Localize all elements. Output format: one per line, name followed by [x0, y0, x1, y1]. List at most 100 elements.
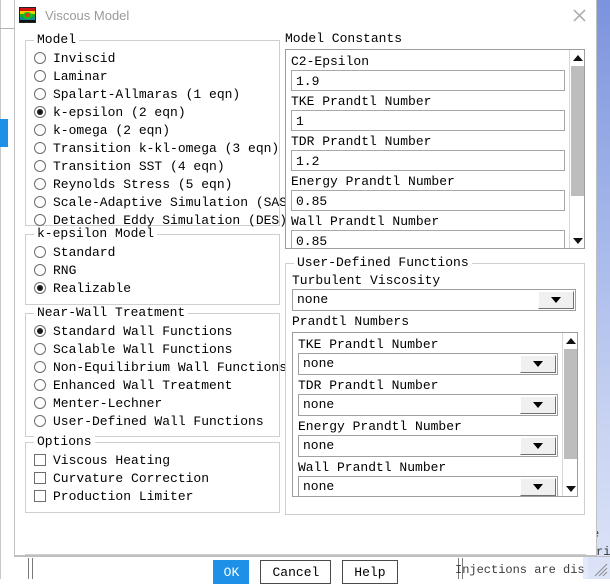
radio-label: Transition k-kl-omega (3 eqn)	[53, 141, 279, 156]
chevron-down-icon[interactable]	[520, 355, 556, 373]
radio-row-menter-lechner[interactable]: Menter-Lechner	[26, 394, 279, 412]
radio-row-transition-sst[interactable]: Transition SST (4 eqn)	[26, 157, 279, 175]
contour-plot-icon	[19, 7, 36, 23]
radio-transition-k-kl-omega[interactable]	[34, 142, 46, 154]
user-defined-functions-group: User-Defined Functions Turbulent Viscosi…	[285, 263, 585, 515]
scroll-up-arrow-icon[interactable]	[563, 333, 578, 348]
dropdown-udf-energy-prandtl-number[interactable]: none	[298, 435, 558, 457]
radio-spalart-allmaras[interactable]	[34, 88, 46, 100]
options-checkbox-list: Viscous Heating Curvature Correction Pro…	[26, 443, 279, 505]
radio-row-standard[interactable]: Standard	[26, 243, 279, 261]
radio-user-defined-wall-functions[interactable]	[34, 415, 46, 427]
scroll-down-arrow-icon[interactable]	[570, 233, 585, 248]
radio-k-omega[interactable]	[34, 124, 46, 136]
model-constants-scrollbar[interactable]	[569, 50, 584, 248]
radio-row-enhanced-wall-treatment[interactable]: Enhanced Wall Treatment	[26, 376, 279, 394]
field-label-energy-prandtl-number: Energy Prandtl Number	[291, 173, 565, 190]
dropdown-value: none	[303, 438, 334, 453]
checkbox-label: Production Limiter	[53, 489, 193, 504]
radio-row-reynolds-stress[interactable]: Reynolds Stress (5 eqn)	[26, 175, 279, 193]
near-wall-treatment-group-legend: Near-Wall Treatment	[34, 306, 188, 320]
field-label-udf-energy-prandtl-number: Energy Prandtl Number	[298, 418, 558, 435]
close-icon[interactable]	[568, 5, 590, 25]
dropdown-udf-tdr-prandtl-number[interactable]: none	[298, 394, 558, 416]
radio-row-user-defined-wall-functions[interactable]: User-Defined Wall Functions	[26, 412, 279, 430]
background-left-tab-marker[interactable]	[0, 119, 8, 147]
chevron-down-icon[interactable]	[538, 291, 574, 309]
field-label-udf-tdr-prandtl-number: TDR Prandtl Number	[298, 377, 558, 394]
dialog-content: Model Inviscid Laminar Spalart-Allmaras …	[15, 30, 596, 523]
checkbox-curvature-correction[interactable]	[34, 472, 46, 484]
radio-row-standard-wall-functions[interactable]: Standard Wall Functions	[26, 322, 279, 340]
options-group-legend: Options	[34, 435, 95, 449]
dropdown-value: none	[303, 397, 334, 412]
radio-row-realizable[interactable]: Realizable	[26, 279, 279, 297]
dropdown-udf-tke-prandtl-number[interactable]: none	[298, 353, 558, 375]
radio-detached-eddy-simulation[interactable]	[34, 214, 46, 226]
checkbox-viscous-heating[interactable]	[34, 454, 46, 466]
radio-laminar[interactable]	[34, 70, 46, 82]
radio-row-inviscid[interactable]: Inviscid	[26, 49, 279, 67]
prandtl-numbers-label: Prandtl Numbers	[292, 313, 576, 330]
radio-transition-sst[interactable]	[34, 160, 46, 172]
radio-row-transition-k-kl-omega[interactable]: Transition k-kl-omega (3 eqn)	[26, 139, 279, 157]
checkbox-row-curvature-correction[interactable]: Curvature Correction	[26, 469, 279, 487]
radio-realizable[interactable]	[34, 282, 46, 294]
input-energy-prandtl-number[interactable]: 0.85	[291, 190, 565, 211]
input-c2-epsilon[interactable]: 1.9	[291, 70, 565, 91]
radio-enhanced-wall-treatment[interactable]	[34, 379, 46, 391]
help-button[interactable]: Help	[342, 560, 397, 584]
background-bottom-divider	[14, 556, 610, 557]
radio-standard-wall-functions[interactable]	[34, 325, 46, 337]
radio-row-scale-adaptive-simulation[interactable]: Scale-Adaptive Simulation (SAS)	[26, 193, 279, 211]
field-label-tke-prandtl-number: TKE Prandtl Number	[291, 93, 565, 110]
dropdown-turbulent-viscosity[interactable]: none	[292, 289, 576, 311]
checkbox-production-limiter[interactable]	[34, 490, 46, 502]
input-tke-prandtl-number[interactable]: 1	[291, 110, 565, 131]
scroll-up-arrow-icon[interactable]	[570, 50, 585, 65]
radio-row-rng[interactable]: RNG	[26, 261, 279, 279]
radio-inviscid[interactable]	[34, 52, 46, 64]
radio-row-spalart-allmaras[interactable]: Spalart-Allmaras (1 eqn)	[26, 85, 279, 103]
radio-reynolds-stress[interactable]	[34, 178, 46, 190]
radio-label: Menter-Lechner	[53, 396, 162, 411]
radio-row-laminar[interactable]: Laminar	[26, 67, 279, 85]
radio-label: k-omega (2 eqn)	[53, 123, 170, 138]
chevron-down-icon[interactable]	[520, 437, 556, 455]
scroll-down-arrow-icon[interactable]	[563, 481, 578, 496]
radio-row-scalable-wall-functions[interactable]: Scalable Wall Functions	[26, 340, 279, 358]
radio-scalable-wall-functions[interactable]	[34, 343, 46, 355]
radio-label: User-Defined Wall Functions	[53, 414, 264, 429]
scrollbar-thumb[interactable]	[571, 66, 584, 196]
k-epsilon-model-group: k-epsilon Model Standard RNG Realizable	[25, 234, 280, 305]
radio-k-epsilon[interactable]	[34, 106, 46, 118]
radio-scale-adaptive-simulation[interactable]	[34, 196, 46, 208]
ok-button[interactable]: OK	[213, 560, 249, 584]
radio-label: Standard	[53, 245, 115, 260]
dialog-titlebar[interactable]: Viscous Model	[15, 0, 596, 30]
radio-standard[interactable]	[34, 246, 46, 258]
radio-menter-lechner[interactable]	[34, 397, 46, 409]
radio-non-equilibrium-wall-functions[interactable]	[34, 361, 46, 373]
radio-row-k-omega[interactable]: k-omega (2 eqn)	[26, 121, 279, 139]
field-label-wall-prandtl-number: Wall Prandtl Number	[291, 213, 565, 230]
dropdown-udf-wall-prandtl-number[interactable]: none	[298, 476, 558, 497]
cancel-button[interactable]: Cancel	[260, 560, 331, 584]
background-right-text-b: ri	[596, 545, 610, 559]
checkbox-row-viscous-heating[interactable]: Viscous Heating	[26, 451, 279, 469]
field-label-c2-epsilon: C2-Epsilon	[291, 53, 565, 70]
radio-rng[interactable]	[34, 264, 46, 276]
dialog-buttons: OK Cancel Help	[15, 560, 596, 584]
radio-row-k-epsilon[interactable]: k-epsilon (2 eqn)	[26, 103, 279, 121]
radio-row-non-equilibrium-wall-functions[interactable]: Non-Equilibrium Wall Functions	[26, 358, 279, 376]
input-wall-prandtl-number[interactable]: 0.85	[291, 230, 565, 249]
input-tdr-prandtl-number[interactable]: 1.2	[291, 150, 565, 171]
chevron-down-icon[interactable]	[520, 478, 556, 496]
checkbox-row-production-limiter[interactable]: Production Limiter	[26, 487, 279, 505]
radio-label: Scale-Adaptive Simulation (SAS)	[53, 195, 295, 210]
radio-label: Spalart-Allmaras (1 eqn)	[53, 87, 240, 102]
chevron-down-icon[interactable]	[520, 396, 556, 414]
scrollbar-thumb[interactable]	[564, 349, 577, 459]
prandtl-numbers-scrollbar[interactable]	[562, 333, 577, 496]
background-left-divider	[0, 0, 1, 579]
